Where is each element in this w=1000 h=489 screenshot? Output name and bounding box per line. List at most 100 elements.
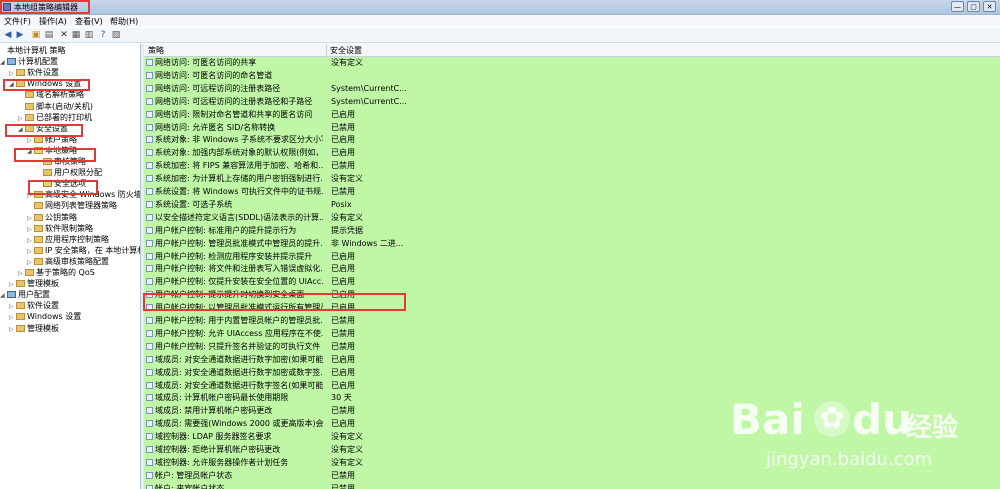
- column-header-policy[interactable]: 策略: [148, 45, 164, 56]
- table-row[interactable]: 网络访问: 可远程访问的注册表路径 System\CurrentC...: [144, 83, 1000, 94]
- tree-node[interactable]: ▷ 高级审核策略配置: [27, 256, 109, 267]
- menu-file[interactable]: 文件(F): [4, 16, 31, 27]
- policy-name: 系统加密: 将 FIPS 兼容算法用于加密、哈希和...: [155, 161, 323, 171]
- minimize-button[interactable]: —: [951, 1, 964, 12]
- table-row[interactable]: 用户帐户控制: 标准用户的提升提示行为 提示凭据: [144, 225, 1000, 236]
- table-row[interactable]: 用户帐户控制: 将文件和注册表写入错误虚拟化... 已启用: [144, 263, 1000, 274]
- tree-node-label: 基于策略的 QoS: [36, 268, 95, 277]
- tree-node[interactable]: ▷ 软件设置: [9, 67, 59, 78]
- filter-icon[interactable]: ▧: [111, 30, 121, 40]
- delete-icon[interactable]: ✕: [59, 30, 69, 40]
- tree-node[interactable]: ▷ 已部署的打印机: [18, 112, 92, 123]
- tree-node[interactable]: ▷ 软件设置: [9, 300, 59, 311]
- policy-icon: [146, 200, 153, 208]
- policy-name: 域成员: 对安全通道数据进行数字签名(如果可能): [155, 380, 323, 390]
- computer-icon: [7, 291, 16, 299]
- policy-icon: [146, 149, 153, 157]
- tree-node[interactable]: 网络列表管理器策略: [27, 200, 117, 211]
- table-row[interactable]: 域成员: 对安全通道数据进行数字加密(如果可能) 已启用: [144, 354, 1000, 365]
- tree-node[interactable]: ▷ 管理模板: [9, 323, 59, 334]
- menu-action[interactable]: 操作(A): [39, 16, 67, 27]
- forward-arrow-icon[interactable]: ▶: [15, 30, 25, 40]
- tree-node-label: 本地计算机 策略: [7, 46, 66, 55]
- tree-node[interactable]: ▷ Windows 设置: [9, 311, 81, 322]
- folder-icon: [25, 102, 34, 110]
- up-folder-icon[interactable]: ▣: [31, 30, 41, 40]
- folder-icon: [25, 113, 34, 121]
- watermark-url: jingyan.baidu.com: [766, 449, 933, 470]
- tree-node[interactable]: ▷ 软件限制策略: [27, 223, 93, 234]
- policy-name: 用户帐户控制: 管理员批准模式中管理员的提升...: [155, 238, 323, 248]
- highlight-window-title: [0, 0, 90, 14]
- expander-icon[interactable]: ◢: [0, 57, 7, 68]
- tree-node[interactable]: 域名解析策略: [18, 89, 84, 100]
- table-row[interactable]: 域成员: 对安全通道数据进行数字签名(如果可能) 已启用: [144, 380, 1000, 391]
- policy-name: 网络访问: 可匿名访问的命名管道: [155, 70, 273, 80]
- table-row[interactable]: 用户帐户控制: 只提升签名并验证的可执行文件 已禁用: [144, 341, 1000, 352]
- tree-node[interactable]: ◢ 计算机配置: [0, 56, 58, 67]
- policy-icon: [146, 278, 153, 286]
- policy-icon: [146, 433, 153, 441]
- highlight-security-settings: [5, 124, 83, 137]
- table-row[interactable]: 网络访问: 限制对命名管道和共享的匿名访问 已启用: [144, 109, 1000, 120]
- expander-icon[interactable]: ▷: [9, 324, 16, 335]
- table-row[interactable]: 用户帐户控制: 管理员批准模式中管理员的提升... 非 Windows 二进...: [144, 238, 1000, 249]
- export-icon[interactable]: ▥: [84, 30, 94, 40]
- table-row[interactable]: 网络访问: 可匿名访问的命名管道: [144, 70, 1000, 81]
- security-setting-value: 没有定义: [331, 432, 363, 442]
- tree-node[interactable]: ▷ 应用程序控制策略: [27, 234, 109, 245]
- watermark-brand: Bai: [730, 395, 805, 444]
- security-setting-value: 已启用: [331, 148, 355, 158]
- tree-node[interactable]: ▷ 管理模板: [9, 278, 59, 289]
- tree-node[interactable]: ◢ 用户配置: [0, 289, 50, 300]
- expander-icon[interactable]: ◢: [0, 290, 7, 301]
- back-arrow-icon[interactable]: ◀: [3, 30, 13, 40]
- folder-icon: [34, 224, 43, 232]
- security-setting-value: 已启用: [331, 277, 355, 287]
- folder-icon: [16, 324, 25, 332]
- table-row[interactable]: 网络访问: 允许匿名 SID/名称转换 已禁用: [144, 122, 1000, 133]
- table-row[interactable]: 系统对象: 非 Windows 子系统不要求区分大小写 已启用: [144, 134, 1000, 145]
- table-row[interactable]: 网络访问: 可匿名访问的共享 没有定义: [144, 57, 1000, 68]
- table-row[interactable]: 系统加密: 将 FIPS 兼容算法用于加密、哈希和... 已禁用: [144, 160, 1000, 171]
- policy-icon: [146, 420, 153, 428]
- table-row[interactable]: 系统对象: 加强内部系统对象的默认权限(例如，... 已启用: [144, 147, 1000, 158]
- policy-name: 网络访问: 允许匿名 SID/名称转换: [155, 122, 276, 132]
- policy-icon: [146, 355, 153, 363]
- table-row[interactable]: 系统设置: 将 Windows 可执行文件中的证书规... 已禁用: [144, 186, 1000, 197]
- security-setting-value: 已启用: [331, 380, 355, 390]
- tree-node[interactable]: ▷ 基于策略的 QoS: [18, 267, 95, 278]
- policy-name: 用户帐户控制: 仅提升安装在安全位置的 UIAcc...: [155, 277, 323, 287]
- table-row[interactable]: 系统加密: 为计算机上存储的用户密钥强制进行... 没有定义: [144, 173, 1000, 184]
- properties-icon[interactable]: ▦: [71, 30, 81, 40]
- tree-node[interactable]: ▷ 公钥策略: [27, 212, 77, 223]
- policy-name: 帐户: 管理员帐户状态: [155, 470, 233, 480]
- table-row[interactable]: 用户帐户控制: 检测应用程序安装并提示提升 已启用: [144, 251, 1000, 262]
- table-row[interactable]: 用户帐户控制: 允许 UIAccess 应用程序在不使... 已禁用: [144, 328, 1000, 339]
- column-divider[interactable]: [326, 44, 327, 56]
- policy-icon: [146, 239, 153, 247]
- navigation-tree[interactable]: 本地计算机 策略 ◢ 计算机配置 ▷ 软件设置 ◢ Windows 设置 域名解析策略 脚本(启…: [0, 44, 141, 489]
- menu-view[interactable]: 查看(V): [75, 16, 103, 27]
- table-row[interactable]: 网络访问: 可远程访问的注册表路径和子路径 System\CurrentC...: [144, 96, 1000, 107]
- close-button[interactable]: ✕: [983, 1, 996, 12]
- tree-node[interactable]: ▷ IP 安全策略，在 本地计算机: [27, 245, 140, 256]
- security-setting-value: 已启用: [331, 109, 355, 119]
- table-row[interactable]: 用户帐户控制: 仅提升安装在安全位置的 UIAcc... 已启用: [144, 276, 1000, 287]
- help-icon[interactable]: ?: [98, 30, 108, 40]
- table-row[interactable]: 以安全描述符定义语言(SDDL)语法表示的计算... 没有定义: [144, 212, 1000, 223]
- maximize-button[interactable]: ▢: [967, 1, 980, 12]
- table-row[interactable]: 用户帐户控制: 用于内置管理员帐户的管理员批... 已禁用: [144, 315, 1000, 326]
- column-header-setting[interactable]: 安全设置: [330, 45, 362, 56]
- table-row[interactable]: 域成员: 对安全通道数据进行数字加密或数字签... 已启用: [144, 367, 1000, 378]
- policy-icon: [146, 458, 153, 466]
- tree-node[interactable]: 本地计算机 策略: [0, 45, 66, 56]
- policy-name: 系统设置: 将 Windows 可执行文件中的证书规...: [155, 187, 323, 196]
- security-setting-value: 已启用: [331, 354, 355, 364]
- table-row[interactable]: 系统设置: 可选子系统 Posix: [144, 199, 1000, 210]
- watermark-cn: 经验: [906, 413, 959, 443]
- show-tree-icon[interactable]: ▤: [44, 30, 54, 40]
- tree-node[interactable]: 脚本(启动/关机): [18, 101, 93, 112]
- menu-help[interactable]: 帮助(H): [110, 16, 138, 27]
- tree-node[interactable]: 用户权限分配: [36, 167, 102, 178]
